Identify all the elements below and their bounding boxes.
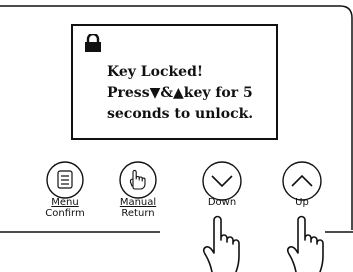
- lock-message: Key Locked! Press▼&▲key for 5 seconds to…: [107, 62, 277, 125]
- manual-return-button[interactable]: [118, 160, 158, 200]
- chevron-down-icon: [202, 161, 242, 201]
- manual-label: Manual: [119, 197, 157, 208]
- pressing-hand-icon: [202, 215, 240, 272]
- down-button[interactable]: [201, 160, 243, 202]
- menu-confirm-label: Menu Confirm: [40, 197, 90, 219]
- message-line-1: Key Locked!: [107, 64, 204, 80]
- pressing-hand-icon: [286, 215, 324, 272]
- up-button[interactable]: [281, 160, 323, 202]
- up-label: Up: [295, 197, 309, 208]
- menu-list-icon: [46, 161, 84, 199]
- down-label: Down: [207, 197, 237, 208]
- hand-pointer-icon: [119, 161, 157, 199]
- confirm-label: Confirm: [45, 208, 85, 219]
- menu-confirm-button[interactable]: [45, 160, 85, 200]
- manual-return-label: Manual Return: [112, 197, 164, 219]
- chevron-up-icon: [282, 161, 322, 201]
- return-label: Return: [121, 208, 155, 219]
- menu-label: Menu: [51, 197, 79, 208]
- message-line-2: Press▼&▲key for 5: [107, 85, 253, 101]
- message-line-3: seconds to unlock.: [107, 106, 254, 122]
- lcd-screen: Key Locked! Press▼&▲key for 5 seconds to…: [71, 24, 278, 140]
- control-panel: Key Locked! Press▼&▲key for 5 seconds to…: [0, 0, 353, 272]
- lock-icon: [85, 34, 101, 52]
